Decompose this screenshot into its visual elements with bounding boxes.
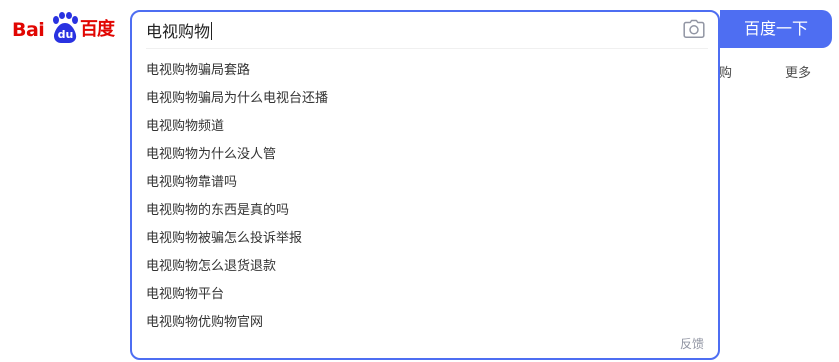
suggestion-item[interactable]: 电视购物的东西是真的吗 [146, 197, 706, 225]
logo-paw-text: du [57, 28, 74, 41]
suggestion-item[interactable]: 电视购物平台 [146, 281, 706, 309]
text-caret [211, 22, 213, 40]
logo-text-baidu-cn: 百度 [80, 19, 115, 40]
suggestion-list: 电视购物骗局套路 电视购物骗局为什么电视台还播 电视购物频道 电视购物为什么没人… [146, 57, 706, 337]
camera-icon[interactable] [683, 19, 705, 39]
nav-tab-more[interactable]: 更多 [785, 62, 811, 81]
search-box: 电视购物 电视购物骗局套路 电视购物骗局为什么电视台还播 电视购物频道 电视购物… [130, 10, 720, 360]
page: Bai du 百度 采购 更多 百度一下 电视购物 电视购物骗局套路 电视购物骗… [0, 0, 839, 362]
suggestion-item[interactable]: 电视购物为什么没人管 [146, 141, 706, 169]
suggestion-item[interactable]: 电视购物骗局套路 [146, 57, 706, 85]
suggestion-item[interactable]: 电视购物靠谱吗 [146, 169, 706, 197]
suggestion-item[interactable]: 电视购物骗局为什么电视台还播 [146, 85, 706, 113]
feedback-link[interactable]: 反馈 [680, 335, 704, 352]
logo-text-bai: Bai [12, 19, 45, 41]
search-button[interactable]: 百度一下 [720, 10, 832, 48]
baidu-logo[interactable]: Bai du 百度 [12, 12, 116, 44]
search-query-text: 电视购物 [146, 22, 211, 41]
suggestion-item[interactable]: 电视购物优购物官网 [146, 309, 706, 337]
divider [146, 48, 708, 49]
suggestion-item[interactable]: 电视购物频道 [146, 113, 706, 141]
suggestion-item[interactable]: 电视购物被骗怎么投诉举报 [146, 225, 706, 253]
suggestion-item[interactable]: 电视购物怎么退货退款 [146, 253, 706, 281]
search-input[interactable]: 电视购物 [146, 20, 213, 44]
